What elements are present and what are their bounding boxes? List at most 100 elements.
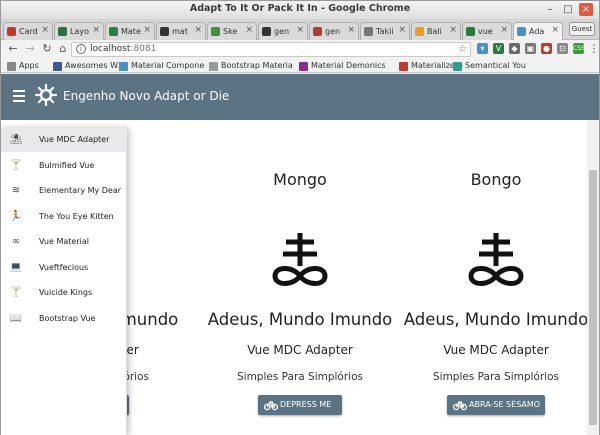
card-action-button[interactable]: DEPRESS ME <box>258 395 342 415</box>
url-port: :8081 <box>130 44 157 54</box>
tab-label: gen <box>325 27 341 36</box>
drawer-item[interactable]: 💻 Vueftfecious <box>1 256 127 280</box>
bookmark-star-icon[interactable]: ☆ <box>458 43 467 56</box>
bookmark-label: Material Compone <box>131 61 205 70</box>
drawer-item[interactable]: 🍸 Vuicide Kings <box>1 281 127 305</box>
reload-icon[interactable]: ↻ <box>40 42 54 56</box>
drawer-item[interactable]: ⛱ Vue MDC Adapter <box>1 128 127 152</box>
tab-close-icon[interactable]: × <box>449 25 457 35</box>
extension-icon[interactable]: CSS <box>573 43 585 54</box>
close-window-icon[interactable]: × <box>579 3 593 16</box>
card-text: Simples Para Simplórios <box>237 371 363 383</box>
drawer-item-label: Vuicide Kings <box>39 288 93 297</box>
drawer-item-label: Elementary My Dear <box>39 186 122 195</box>
tab-label: Takii <box>376 27 394 36</box>
sun-logo-icon <box>35 84 57 106</box>
browser-tab[interactable]: Ada × <box>513 22 563 40</box>
tab-close-icon[interactable]: × <box>194 25 202 35</box>
browser-tab[interactable]: mat × <box>156 22 206 40</box>
tab-strip: Card × Layo × Mate × mat × Ske × gen × gen × Takii × Bal… <box>1 19 599 40</box>
tab-label: Bali <box>427 27 442 36</box>
tab-label: Ada <box>529 27 545 36</box>
drawer-item-label: The You Eye Kitten <box>39 211 114 221</box>
browser-tab[interactable]: Card × <box>3 22 53 40</box>
browser-tab[interactable]: gen × <box>309 22 359 40</box>
extension-icon[interactable]: ⊡ <box>557 43 568 54</box>
back-icon[interactable]: ← <box>6 42 20 56</box>
browser-tab[interactable]: gen × <box>258 22 308 40</box>
bookmark-item[interactable]: Awesomes W3 <box>53 60 123 72</box>
window-titlebar: Adapt To It Or Pack It In - Google Chrom… <box>1 1 599 19</box>
bookmark-favicon-icon <box>7 61 16 71</box>
tab-close-icon[interactable]: × <box>41 25 49 35</box>
bookmark-item[interactable]: Material Demonics <box>299 60 386 72</box>
tab-close-icon[interactable]: × <box>143 25 151 35</box>
browser-tab[interactable]: vue × <box>462 22 512 40</box>
drawer-item[interactable]: 🍸 Bulmified Vue <box>1 154 127 178</box>
tab-close-icon[interactable]: × <box>398 25 406 35</box>
tab-close-icon[interactable]: × <box>500 25 508 35</box>
card-action-button[interactable]: ABRA-SE SÉSAMO <box>447 395 545 415</box>
bookmark-label: Apps <box>19 61 39 70</box>
tab-favicon-icon <box>466 27 475 36</box>
tab-close-icon[interactable]: × <box>245 25 253 35</box>
vue-devtools-icon[interactable]: V <box>493 43 504 54</box>
tab-favicon-icon <box>415 27 424 36</box>
scrollbar-thumb[interactable] <box>589 170 597 425</box>
leviathan-cross-icon <box>465 230 527 296</box>
card-subheading: Vue MDC Adapter <box>247 343 353 357</box>
minimize-icon[interactable]: – <box>543 3 557 16</box>
drawer-item-label: Vueftfecious <box>39 262 89 272</box>
bookmark-favicon-icon <box>299 61 308 71</box>
browser-tab[interactable]: Mate × <box>105 22 155 40</box>
app-bar: Engenho Novo Adapt or Die <box>1 74 599 120</box>
extension-icon[interactable]: ● <box>541 43 552 54</box>
drawer-item[interactable]: 🏃 The You Eye Kitten <box>1 205 127 229</box>
card-heading: Adeus, Mundo Imundo <box>207 310 393 329</box>
tab-close-icon[interactable]: × <box>347 25 355 35</box>
bookmark-favicon-icon <box>453 61 462 71</box>
card-subheading: Vue MDC Adapter <box>443 343 549 357</box>
page-scrollbar[interactable] <box>587 120 599 435</box>
bookmark-label: Material Demonics <box>311 61 386 70</box>
tab-label: mat <box>172 27 188 36</box>
drawer-item[interactable]: ≋ Elementary My Dear <box>1 179 127 203</box>
browser-tab[interactable]: Ske × <box>207 22 257 40</box>
browser-toolbar: ← → ↻ ⌂ i localhost:8081 ☆ ▾ V ◆ ▣ ● ⊡ C… <box>1 40 600 58</box>
home-icon[interactable]: ⌂ <box>56 42 70 56</box>
browser-tab[interactable]: Bali × <box>411 22 461 40</box>
tab-close-icon[interactable]: × <box>296 25 304 35</box>
card-button-label: DEPRESS ME <box>280 400 332 409</box>
menu-icon[interactable] <box>13 90 25 102</box>
window-title: Adapt To It Or Pack It In - Google Chrom… <box>189 3 411 14</box>
tab-label: gen <box>274 27 290 36</box>
bookmark-label: Semantical You <box>465 61 526 70</box>
card-button-label: ABRA-SE SÉSAMO <box>469 400 541 409</box>
guest-profile-button[interactable]: Guest <box>569 22 595 36</box>
bookmark-item[interactable]: Bootstrap Materia <box>209 60 293 72</box>
bookmark-favicon-icon <box>53 61 62 71</box>
bookmark-item[interactable]: Material Compone <box>119 60 204 72</box>
chrome-menu-icon[interactable]: ⋮ <box>587 42 600 56</box>
maximize-icon[interactable]: □ <box>561 3 575 16</box>
bookmark-item[interactable]: Apps <box>7 60 39 72</box>
extension-icon[interactable]: ▣ <box>525 43 536 54</box>
browser-tab[interactable]: Takii × <box>360 22 410 40</box>
browser-tab[interactable]: Layo × <box>54 22 104 40</box>
extension-icon[interactable]: ▾ <box>477 43 488 54</box>
card-text: Simples Para Simplórios <box>433 371 559 383</box>
tab-close-icon[interactable]: × <box>92 25 100 35</box>
leviathan-cross-icon <box>269 230 331 296</box>
site-info-icon[interactable]: i <box>76 44 86 54</box>
tab-close-icon[interactable]: × <box>551 25 559 35</box>
drawer-item[interactable]: ∞ Vue Material <box>1 230 127 254</box>
tab-label: vue <box>478 27 493 36</box>
page-viewport: Engenho Novo Adapt or Die Adeus, Mundo I… <box>1 74 599 435</box>
tab-favicon-icon <box>109 27 118 36</box>
address-bar[interactable]: i localhost:8081 ☆ <box>71 42 471 57</box>
bookmark-item[interactable]: Semantical You <box>453 60 526 72</box>
extension-icon[interactable]: ◆ <box>509 43 520 54</box>
forward-icon[interactable]: → <box>23 42 37 56</box>
tab-favicon-icon <box>58 27 67 36</box>
drawer-item[interactable]: 📖 Bootstrap Vue <box>1 307 127 331</box>
